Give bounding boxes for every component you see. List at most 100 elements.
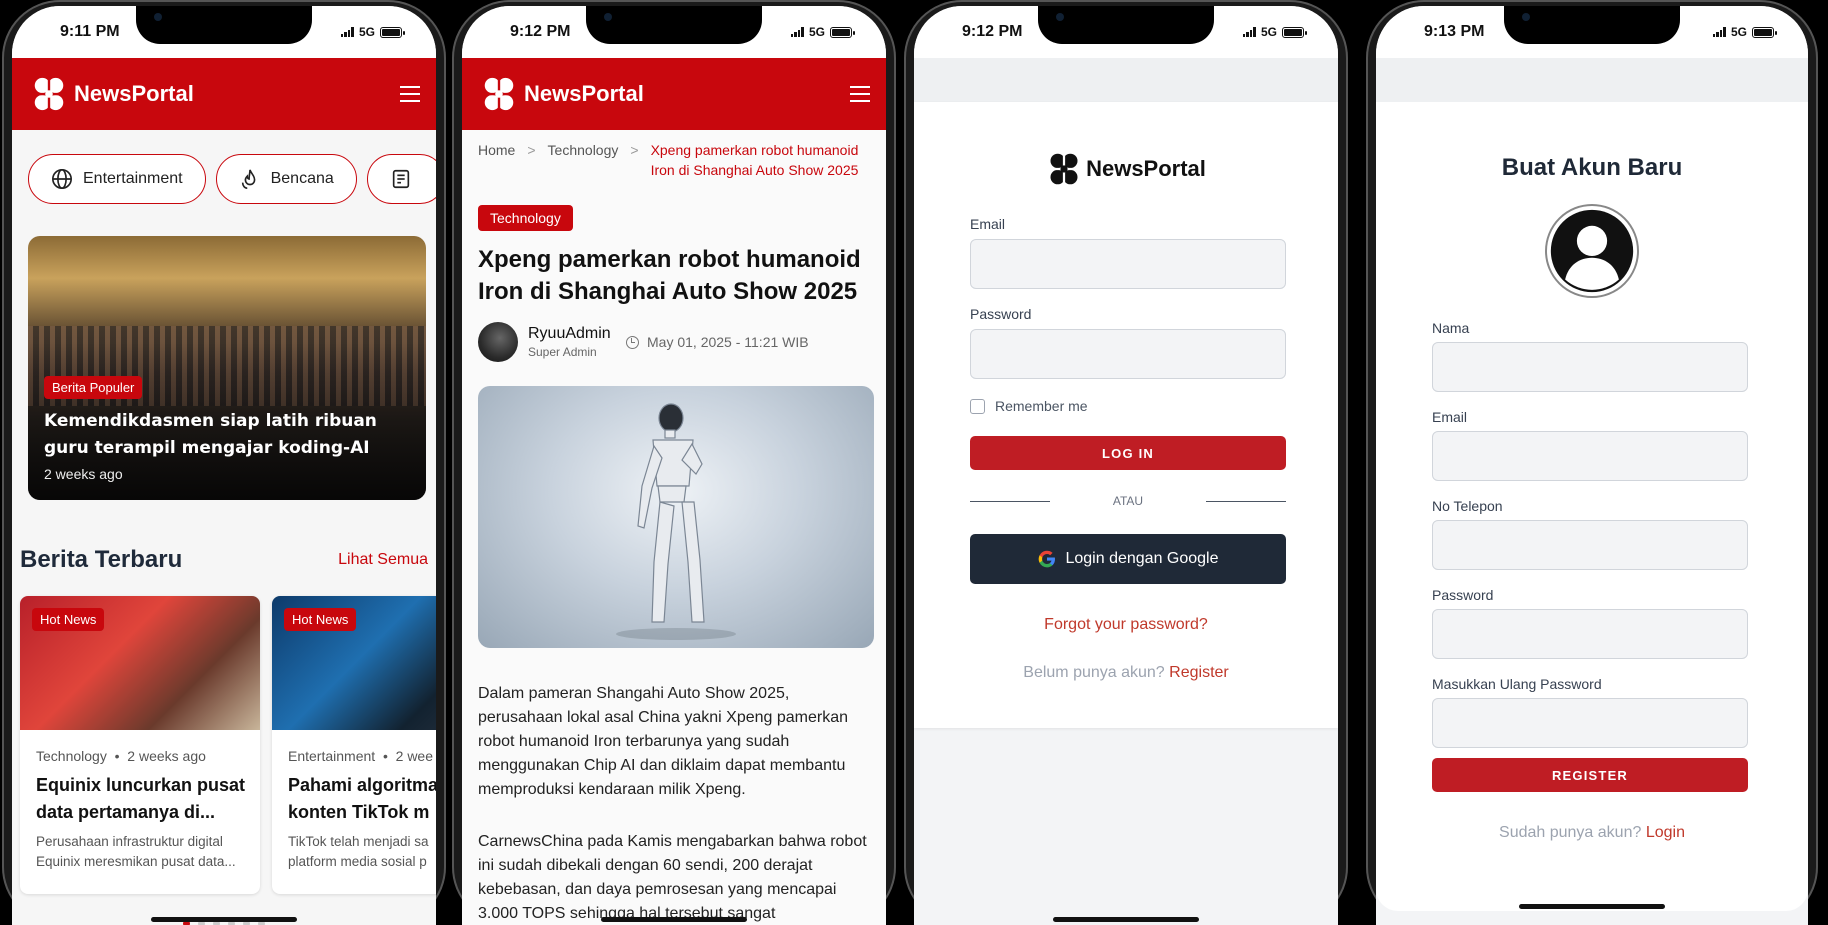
latest-news-list: Hot News Technology • 2 weeks ago Equini… [20,596,436,894]
login-card [914,102,1338,728]
author-role: Super Admin [528,345,597,359]
featured-time: 2 weeks ago [44,466,123,482]
login-screen: 9:12 PM 5G NewsPortal Email Password Rem… [914,6,1338,925]
news-title: Pahami algoritma konten TikTok m [288,775,436,822]
news-image: Hot News [272,596,436,730]
featured-news-card[interactable]: Berita Populer Kemendikdasmen siap latih… [28,236,426,500]
latest-news-header: Berita Terbaru Lihat Semua [20,546,428,574]
signal-icon [340,27,354,37]
register-button[interactable]: REGISTER [1432,758,1748,792]
status-icons: 5G [790,25,855,39]
brand-logo[interactable]: NewsPortal [30,75,194,113]
article-image [478,386,874,648]
author-name: RyuuAdmin [528,325,611,342]
category-chips: Entertainment Bencana [28,154,436,204]
chip-entertainment[interactable]: Entertainment [28,154,206,204]
clock-icon [626,335,639,349]
network-label: 5G [1730,25,1747,39]
newsportal-logo-icon [31,76,67,112]
login-link[interactable]: Login [1646,824,1685,841]
app-header: NewsPortal [462,58,886,130]
brand-logo[interactable]: NewsPortal [480,75,644,113]
globe-icon [52,169,72,189]
article-paragraph: Dalam pameran Shangahi Auto Show 2025, p… [478,685,849,798]
publish-date: May 01, 2025 - 11:21 WIB [626,334,809,350]
google-icon [1039,550,1056,568]
section-title: Berita Terbaru [20,546,183,573]
status-time: 9:12 PM [510,23,571,40]
news-meta: Technology • 2 weeks ago [36,748,206,764]
confirm-password-field[interactable] [1432,698,1748,748]
network-label: 5G [1260,25,1277,39]
breadcrumb-current: Xpeng pamerkan robot humanoid Iron di Sh… [650,142,859,178]
news-card[interactable]: Hot News Technology • 2 weeks ago Equini… [20,596,260,894]
breadcrumb-home[interactable]: Home [478,142,515,180]
featured-title: Kemendikdasmen siap latih ribuan guru te… [44,411,377,458]
article-category-badge[interactable]: Technology [478,205,573,231]
phone-home: 9:11 PM 5G NewsPortal Entertainment Benc… [2,0,446,925]
newsportal-logo-icon [481,76,517,112]
chip-label: Bencana [270,170,334,187]
status-time: 9:11 PM [60,23,120,40]
notch [1038,6,1214,44]
name-field[interactable] [1432,342,1748,392]
email-field[interactable] [970,239,1286,289]
hot-news-badge: Hot News [32,608,105,631]
hamburger-menu-icon[interactable] [400,86,420,102]
password-field[interactable] [970,329,1286,379]
google-login-button[interactable]: Login dengan Google [970,534,1286,584]
register-link[interactable]: Register [1169,664,1229,681]
notch [1504,6,1680,44]
article-screen: 9:12 PM 5G NewsPortal Home > Technology [462,6,886,925]
signal-icon [790,27,804,37]
brand-name: NewsPortal [1086,156,1206,181]
or-divider: ATAU [970,494,1286,508]
status-icons: 5G [1242,25,1307,39]
password-field[interactable] [1432,609,1748,659]
avatar-upload[interactable] [1545,204,1639,298]
email-field[interactable] [1432,431,1748,481]
register-screen: 9:13 PM 5G Buat Akun Baru Nama Email No … [1376,6,1808,925]
author-info: RyuuAdmin Super Admin [478,322,611,362]
chip-news[interactable] [366,154,436,204]
status-time: 9:13 PM [1424,23,1485,40]
status-icons: 5G [340,25,405,39]
phone-login: 9:12 PM 5G NewsPortal Email Password Rem… [904,0,1348,925]
article-paragraph: CarnewsChina pada Kamis mengabarkan bahw… [478,833,867,922]
hamburger-menu-icon[interactable] [850,86,870,102]
chip-bencana[interactable]: Bencana [215,154,357,204]
network-label: 5G [808,25,825,39]
login-button[interactable]: LOG IN [970,436,1286,470]
name-label: Nama [1432,320,1470,336]
brand-logo: NewsPortal [914,151,1338,187]
news-card[interactable]: Hot News Entertainment • 2 wee Pahami al… [272,596,436,894]
confirm-password-label: Masukkan Ulang Password [1432,676,1602,692]
see-all-link[interactable]: Lihat Semua [338,551,428,569]
network-label: 5G [358,25,375,39]
user-silhouette-icon [1550,209,1634,293]
newsportal-logo-icon [1047,152,1081,186]
forgot-password-link[interactable]: Forgot your password? [914,616,1338,634]
home-indicator [1519,904,1665,909]
hot-news-badge: Hot News [284,608,357,631]
notch [136,6,312,44]
remember-checkbox[interactable] [970,398,985,414]
login-prompt: Sudah punya akun? Login [1499,824,1685,841]
signal-icon [1242,27,1256,37]
battery-icon [380,26,405,38]
fire-icon [241,169,256,189]
breadcrumb-category[interactable]: Technology [548,142,619,180]
home-indicator [601,917,747,922]
remember-me[interactable]: Remember me [970,398,1088,414]
news-meta: Entertainment • 2 wee [288,748,433,764]
app-header: NewsPortal [12,58,436,130]
avatar [478,322,518,362]
phone-field[interactable] [1432,520,1748,570]
chip-label: Entertainment [83,170,183,187]
phone-label: No Telepon [1432,498,1503,514]
phone-article: 9:12 PM 5G NewsPortal Home > Technology [452,0,896,925]
news-excerpt: TikTok telah menjadi sa platform media so… [288,834,429,869]
news-title: Equinix luncurkan pusat data pertamanya d… [36,775,246,822]
home-indicator [151,917,297,922]
battery-icon [830,26,855,38]
